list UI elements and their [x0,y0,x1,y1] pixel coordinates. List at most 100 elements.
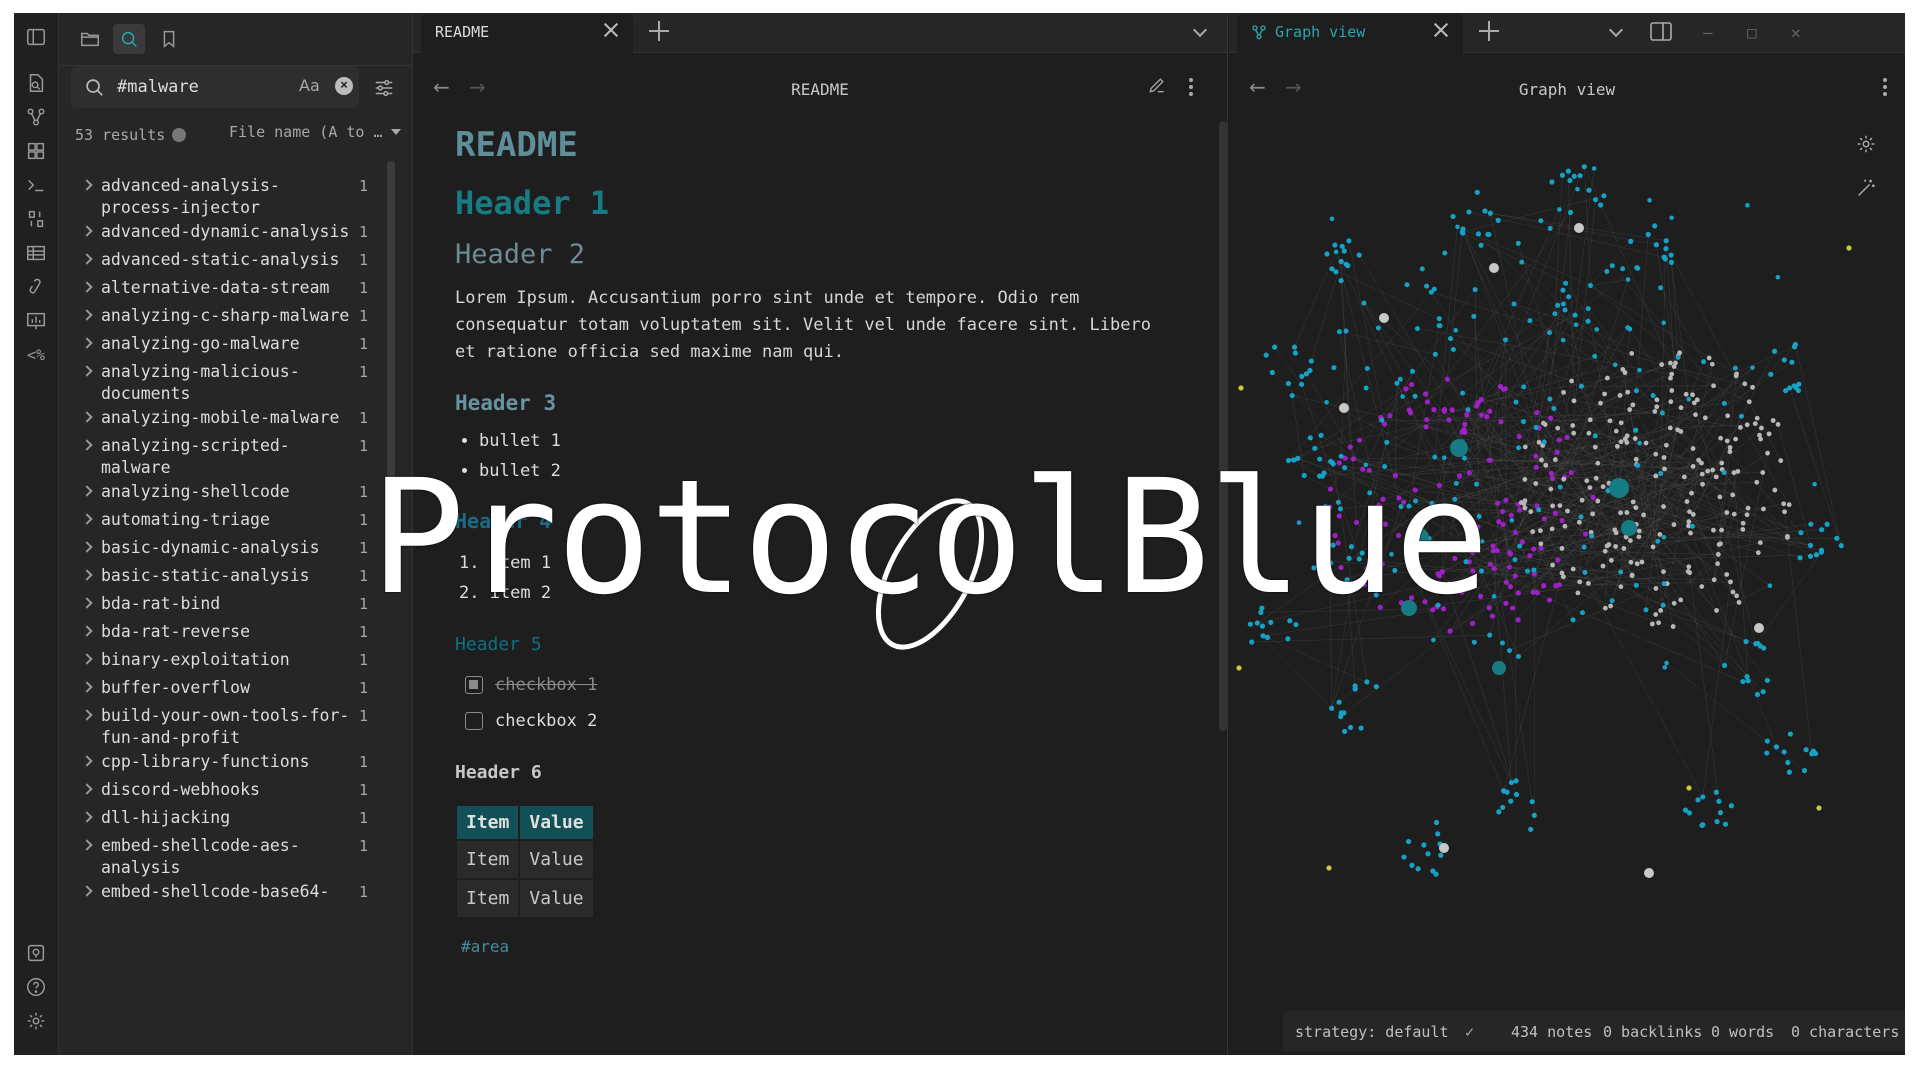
graph-node[interactable] [1264,634,1271,641]
search-result-item[interactable]: bda-rat-reverse 1 [59,621,399,649]
graph-node[interactable] [1450,347,1456,353]
graph-node[interactable] [1661,569,1666,575]
graph-node[interactable] [1508,779,1515,786]
graph-node[interactable] [1754,691,1761,698]
graph-node[interactable] [1352,686,1358,692]
graph-node[interactable] [1285,380,1292,387]
search-result-item[interactable]: alternative-data-stream 1 [59,277,399,305]
graph-node[interactable] [1724,510,1730,515]
graph-node[interactable] [1364,679,1370,685]
checkbox-unchecked[interactable] [465,712,483,730]
chevron-right-icon[interactable] [81,885,93,897]
graph-node[interactable] [1450,213,1456,220]
chevron-right-icon[interactable] [81,783,93,795]
graph-node[interactable] [1685,569,1691,574]
graph-node[interactable] [1560,337,1566,343]
graph-node[interactable] [1743,639,1749,645]
graph-node[interactable] [1643,440,1649,446]
graph-node[interactable] [1688,530,1693,536]
graph-node[interactable] [1713,789,1719,795]
graph-node[interactable] [1547,396,1553,402]
folder-icon[interactable] [74,24,106,54]
search-result-item[interactable]: basic-static-analysis 1 [59,565,399,593]
graph-node[interactable] [1764,738,1770,744]
graph-node[interactable] [1628,559,1634,565]
graph-node[interactable] [1511,301,1517,307]
percent-code-icon[interactable]: <% [22,341,50,369]
graph-node[interactable] [1571,430,1577,436]
graph-node[interactable] [1602,605,1608,611]
graph-node[interactable] [1608,603,1613,609]
graph-node[interactable] [1700,481,1705,487]
graph-node[interactable] [1604,375,1610,381]
graph-node[interactable] [1689,523,1695,529]
graph-hub-node[interactable] [1621,520,1637,536]
graph-node[interactable] [1534,409,1540,416]
graph-node[interactable] [1846,245,1852,251]
graph-node[interactable] [1654,404,1660,410]
graph-node[interactable] [1559,546,1565,551]
search-result-item[interactable]: dll-hijacking 1 [59,807,399,835]
graph-node[interactable] [1629,573,1635,579]
graph-node[interactable] [1686,519,1692,525]
graph-node[interactable] [1436,316,1442,322]
graph-node[interactable] [1590,511,1596,517]
graph-node[interactable] [1705,468,1711,474]
graph-node[interactable] [1500,508,1506,515]
graph-node[interactable] [1338,710,1344,716]
tab-list-chevron-icon[interactable] [1192,22,1208,38]
graph-node[interactable] [1653,473,1659,479]
graph-node[interactable] [1618,569,1624,575]
search-result-item[interactable]: buffer-overflow 1 [59,677,399,705]
graph-node[interactable] [1582,569,1588,575]
graph-node[interactable] [1299,373,1305,379]
graph-node[interactable] [1693,412,1698,418]
graph-node[interactable] [1530,529,1536,535]
graph-node[interactable] [1495,217,1501,223]
graph-node[interactable] [1813,552,1820,558]
graph-hub-node[interactable] [1492,661,1506,675]
graph-node[interactable] [1630,402,1636,408]
search-result-item[interactable]: analyzing-c-sharp-malware 1 [59,305,399,333]
graph-node[interactable] [1781,749,1787,755]
graph-node[interactable] [1787,731,1793,737]
graph-node[interactable] [1559,517,1565,524]
graph-node[interactable] [1546,597,1553,603]
graph-node[interactable] [1336,329,1342,335]
search-settings-icon[interactable] [373,77,395,103]
tab-list-chevron-icon[interactable] [1608,22,1624,38]
graph-node[interactable] [1592,197,1599,203]
graph-node[interactable] [1634,265,1640,271]
graph-node[interactable] [1675,427,1681,433]
graph-node[interactable] [1373,684,1379,690]
graph-node[interactable] [1236,665,1242,671]
graph-node[interactable] [1669,388,1675,393]
graph-node[interactable] [1486,231,1492,238]
graph-node[interactable] [1424,283,1430,289]
graph-node[interactable] [1570,423,1576,428]
graph-node[interactable] [1548,470,1555,476]
graph-node[interactable] [1471,639,1477,645]
graph-node[interactable] [1760,470,1766,475]
graph-node[interactable] [1423,424,1429,430]
graph-node[interactable] [1510,605,1516,611]
chevron-right-icon[interactable] [81,709,93,721]
graph-node[interactable] [1728,803,1735,809]
graph-node[interactable] [1754,415,1760,421]
chevron-right-icon[interactable] [81,439,93,451]
graph-node[interactable] [1531,546,1537,552]
graph-node[interactable] [1536,507,1542,513]
graph-node[interactable] [1528,826,1534,832]
graph-node[interactable] [1516,433,1522,440]
graph-node[interactable] [1494,547,1500,554]
graph-node[interactable] [1520,419,1526,425]
graph-node[interactable] [1711,383,1716,389]
graph-node[interactable] [1775,274,1781,280]
graph-node[interactable] [1556,437,1562,443]
graph-node[interactable] [1549,475,1556,481]
graph-node[interactable] [1786,769,1793,775]
graph-node[interactable] [1765,450,1770,456]
graph-node[interactable] [1625,325,1631,331]
graph-node[interactable] [1618,584,1624,590]
graph-node[interactable] [1424,399,1431,405]
